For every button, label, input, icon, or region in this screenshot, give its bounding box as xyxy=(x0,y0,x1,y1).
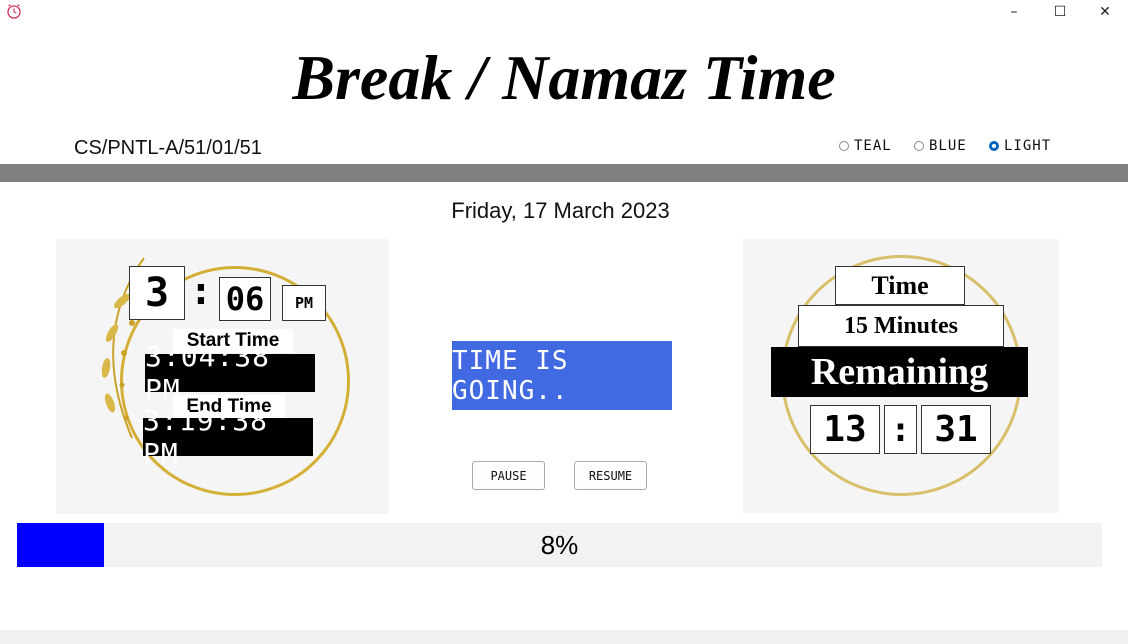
progress-label: 8% xyxy=(540,530,579,560)
radio-circle-icon xyxy=(914,141,924,151)
minimize-icon: – xyxy=(1010,4,1018,20)
resume-button[interactable]: RESUME xyxy=(574,461,647,490)
clock-separator: : xyxy=(189,269,213,313)
radio-circle-icon xyxy=(989,141,999,151)
remaining-label-time: Time xyxy=(835,266,965,305)
remaining-label-minutes: 15 Minutes xyxy=(798,305,1004,347)
clock-hour: 3 xyxy=(129,266,185,320)
theme-radio-label: TEAL xyxy=(854,138,892,154)
remaining-seconds: 31 xyxy=(921,405,991,454)
remaining-separator: : xyxy=(884,405,917,454)
page-title: Break / Namaz Time xyxy=(292,42,836,113)
clock-ampm: PM xyxy=(282,285,326,321)
progress-bar: 8% xyxy=(17,523,1102,567)
date-label: Friday, 17 March 2023 xyxy=(451,198,670,223)
remaining-label: Remaining xyxy=(771,347,1028,397)
header-divider xyxy=(0,164,1128,182)
theme-radio-blue[interactable]: BLUE xyxy=(914,138,967,154)
end-time-display: 3:19:38 PM xyxy=(143,404,313,470)
code-label: CS/PNTL-A/51/01/51 xyxy=(74,137,262,159)
maximize-button[interactable]: ☐ xyxy=(1037,0,1083,24)
pause-button[interactable]: PAUSE xyxy=(472,461,545,490)
theme-radio-light[interactable]: LIGHT xyxy=(989,138,1051,154)
clock-panel: 3 : 06 PM Start Time 3:04:38 PM End Time… xyxy=(56,239,389,514)
theme-radio-label: BLUE xyxy=(929,138,967,154)
status-bar xyxy=(0,630,1128,644)
clock-minute: 06 xyxy=(219,277,271,321)
theme-radio-teal[interactable]: TEAL xyxy=(839,138,892,154)
status-banner: TIME IS GOING.. xyxy=(452,341,672,410)
theme-radio-label: LIGHT xyxy=(1004,138,1052,154)
start-time-display: 3:04:38 PM xyxy=(145,340,315,406)
remaining-panel: Time 15 Minutes Remaining 13 : 31 xyxy=(743,239,1059,513)
minimize-button[interactable]: – xyxy=(991,0,1037,24)
maximize-icon: ☐ xyxy=(1053,4,1067,20)
close-button[interactable]: ✕ xyxy=(1082,0,1128,24)
alarm-clock-icon xyxy=(7,4,21,19)
remaining-minutes: 13 xyxy=(810,405,880,454)
window-title-bar: – ☐ ✕ xyxy=(0,0,1128,24)
close-icon: ✕ xyxy=(1099,4,1111,20)
radio-circle-icon xyxy=(839,141,849,151)
